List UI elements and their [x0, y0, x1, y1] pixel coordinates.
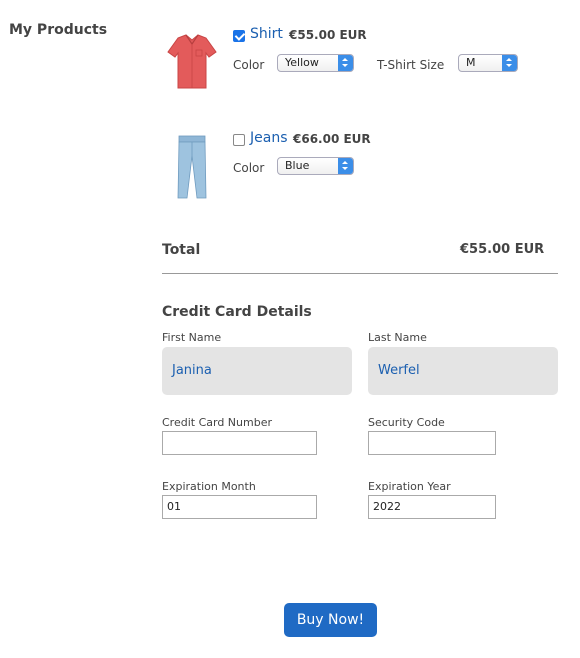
total-value: €55.00 EUR	[460, 242, 545, 257]
shirt-color-label: Color	[233, 58, 265, 72]
jeans-icon	[177, 135, 207, 199]
shirt-size-value: M	[466, 56, 476, 69]
product-name-shirt[interactable]: Shirt	[250, 26, 283, 42]
exp-year-field[interactable]: 2022	[368, 495, 496, 519]
jeans-color-value: Blue	[285, 159, 310, 172]
product-price-jeans: €66.00 EUR	[293, 132, 371, 146]
product-price-shirt: €55.00 EUR	[289, 28, 367, 42]
product-jeans: Jeans €66.00 EUR Color Blue	[162, 130, 562, 220]
shirt-color-value: Yellow	[285, 56, 319, 69]
chevron-updown-icon	[338, 158, 353, 174]
product-name-jeans[interactable]: Jeans	[250, 130, 288, 146]
exp-month-field[interactable]: 01	[162, 495, 317, 519]
divider	[162, 273, 558, 274]
card-number-field[interactable]	[162, 431, 317, 455]
security-code-field[interactable]	[368, 431, 496, 455]
last-name-field[interactable]: Werfel	[368, 347, 558, 395]
shirt-size-select[interactable]: M	[458, 54, 518, 72]
shirt-checkbox[interactable]	[233, 30, 245, 42]
buy-now-button[interactable]: Buy Now!	[284, 603, 377, 637]
jeans-color-label: Color	[233, 161, 265, 175]
jeans-checkbox[interactable]	[233, 134, 245, 146]
credit-card-title: Credit Card Details	[162, 304, 312, 320]
card-number-label: Credit Card Number	[162, 416, 272, 429]
exp-year-label: Expiration Year	[368, 480, 451, 493]
section-title-my-products: My Products	[9, 22, 108, 38]
last-name-label: Last Name	[368, 331, 427, 344]
total-label: Total	[162, 242, 201, 258]
chevron-updown-icon	[502, 55, 517, 71]
security-code-label: Security Code	[368, 416, 445, 429]
shirt-icon	[167, 34, 217, 89]
first-name-label: First Name	[162, 331, 222, 344]
product-shirt: Shirt €55.00 EUR Color Yellow T-Shirt Si…	[162, 26, 562, 116]
jeans-color-select[interactable]: Blue	[277, 157, 354, 175]
shirt-size-label: T-Shirt Size	[377, 58, 445, 72]
first-name-field[interactable]: Janina	[162, 347, 352, 395]
exp-month-label: Expiration Month	[162, 480, 256, 493]
chevron-updown-icon	[338, 55, 353, 71]
shirt-color-select[interactable]: Yellow	[277, 54, 354, 72]
